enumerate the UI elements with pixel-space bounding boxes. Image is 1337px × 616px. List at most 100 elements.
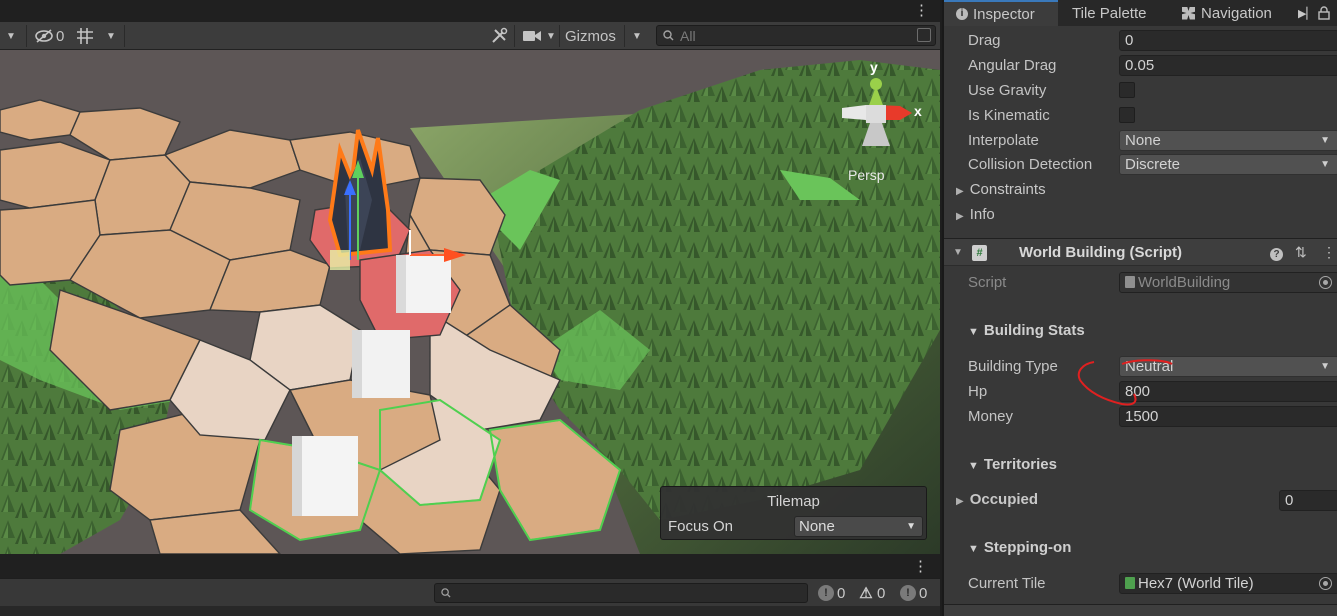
constraints-foldout[interactable]: ▶ Constraints bbox=[956, 181, 1046, 198]
object-picker-icon bbox=[1319, 276, 1332, 289]
gizmo-x-label: x bbox=[914, 103, 922, 119]
console-tab-bar: ⋮ bbox=[0, 554, 940, 578]
stepping-on-header[interactable]: ▼ Stepping-on bbox=[968, 539, 1071, 556]
component-menu-icon[interactable]: ⋮ bbox=[1322, 244, 1336, 261]
use-gravity-checkbox[interactable] bbox=[1119, 82, 1135, 98]
building-type-dropdown[interactable]: Neutral ▼ bbox=[1119, 356, 1337, 377]
hidden-objects-toggle[interactable]: 0 bbox=[34, 26, 64, 46]
info-foldout[interactable]: ▶ Info bbox=[956, 206, 995, 223]
script-icon: # bbox=[972, 245, 987, 261]
occupied-size-field[interactable]: 0 bbox=[1279, 490, 1337, 511]
interpolate-row: Interpolate None ▼ bbox=[944, 128, 1337, 153]
collision-detection-label: Collision Detection bbox=[968, 156, 1093, 173]
eye-slash-icon bbox=[35, 29, 53, 43]
inspector-tab-bar: i Inspector Tile Palette Navigation ▶▏ bbox=[944, 0, 1337, 26]
triangle-down-icon[interactable]: ▼ bbox=[953, 247, 963, 258]
grid-icon bbox=[77, 28, 93, 44]
drag-label: Drag bbox=[968, 32, 1001, 49]
camera-button[interactable]: ▼ bbox=[522, 26, 556, 46]
triangle-down-icon: ▼ bbox=[968, 460, 979, 472]
warning-count: 0 bbox=[877, 584, 886, 602]
current-tile-value: Hex7 (World Tile) bbox=[1138, 575, 1254, 592]
grid-dropdown-arrow-icon[interactable]: ▼ bbox=[106, 26, 116, 46]
tab-tile-palette[interactable]: Tile Palette bbox=[1072, 0, 1146, 26]
tab-navigation[interactable]: Navigation bbox=[1182, 0, 1272, 26]
script-field: WorldBuilding bbox=[1119, 272, 1337, 293]
help-icon[interactable]: ? bbox=[1270, 244, 1283, 261]
presets-icon[interactable]: ⇅ bbox=[1295, 244, 1307, 261]
more-options-icon[interactable]: ⋮ bbox=[914, 1, 929, 19]
collision-detection-dropdown[interactable]: Discrete ▼ bbox=[1119, 154, 1337, 175]
drag-row: Drag 0 bbox=[944, 28, 1337, 53]
interpolate-label: Interpolate bbox=[968, 132, 1039, 149]
is-kinematic-row: Is Kinematic bbox=[944, 103, 1337, 128]
current-tile-field[interactable]: Hex7 (World Tile) bbox=[1119, 573, 1337, 594]
drag-field[interactable]: 0 bbox=[1119, 30, 1337, 51]
tabs-scroll-right-icon[interactable]: ▶▏ bbox=[1298, 0, 1315, 26]
collision-detection-value: Discrete bbox=[1125, 156, 1181, 173]
building-stats-label: Building Stats bbox=[983, 322, 1085, 339]
search-placeholder: All bbox=[680, 27, 696, 44]
gizmos-dropdown-arrow-icon[interactable]: ▼ bbox=[632, 26, 642, 46]
console-error-toggle[interactable]: ! 0 bbox=[900, 583, 927, 603]
building-type-label: Building Type bbox=[968, 358, 1058, 375]
console-search-input[interactable] bbox=[434, 583, 808, 603]
console-warning-toggle[interactable]: ⚠ 0 bbox=[858, 583, 885, 603]
tools-icon bbox=[492, 27, 508, 43]
triangle-right-icon: ▶ bbox=[956, 186, 964, 197]
triangle-down-icon: ▼ bbox=[968, 543, 979, 555]
interpolate-dropdown[interactable]: None ▼ bbox=[1119, 130, 1337, 151]
tab-inspector[interactable]: i Inspector bbox=[944, 0, 1058, 26]
dropdown-arrow-icon[interactable]: ▼ bbox=[6, 26, 16, 46]
console-more-options-icon[interactable]: ⋮ bbox=[913, 557, 928, 575]
hidden-count: 0 bbox=[56, 27, 65, 45]
territories-label: Territories bbox=[983, 456, 1057, 473]
building-stats-header[interactable]: ▼ Building Stats bbox=[968, 322, 1085, 339]
scene-viewport[interactable]: y x Persp bbox=[0, 50, 940, 554]
building-type-value: Neutral bbox=[1125, 358, 1174, 375]
object-picker-icon[interactable] bbox=[1319, 577, 1332, 590]
occupied-size-row: 0 bbox=[944, 488, 1337, 513]
console-search-icon bbox=[441, 588, 451, 598]
search-icon bbox=[663, 30, 674, 41]
focus-on-value: None bbox=[799, 518, 835, 535]
console-panel: ⋮ ! 0 ⚠ 0 ! 0 bbox=[0, 554, 940, 616]
tools-button[interactable] bbox=[490, 26, 508, 46]
info-message-icon: ! bbox=[818, 585, 834, 601]
inspector-panel: i Inspector Tile Palette Navigation ▶▏ D… bbox=[942, 0, 1337, 616]
scene-search-input[interactable]: All bbox=[656, 25, 936, 46]
next-component-header[interactable] bbox=[944, 604, 1337, 616]
tab-tile-palette-label: Tile Palette bbox=[1072, 4, 1147, 22]
world-building-component-header[interactable]: ▼ # World Building (Script) ? ⇅ ⋮ bbox=[944, 238, 1337, 266]
info-icon: i bbox=[956, 8, 968, 20]
money-field[interactable]: 1500 bbox=[1119, 406, 1337, 427]
lock-icon[interactable] bbox=[1318, 0, 1330, 26]
persp-label: Persp bbox=[848, 167, 885, 183]
script-label: Script bbox=[968, 274, 1007, 291]
triangle-down-icon: ▼ bbox=[968, 326, 979, 338]
hp-row: Hp 800 bbox=[944, 379, 1337, 404]
interpolate-value: None bbox=[1125, 132, 1161, 149]
scene-view-panel[interactable]: ⋮ ▼ 0 ▼ ▼ Gizmos ▼ All y x Persp Tilemap… bbox=[0, 0, 940, 554]
triangle-right-icon: ▶ bbox=[956, 211, 964, 222]
search-options-icon[interactable] bbox=[917, 28, 931, 42]
chevron-down-icon: ▼ bbox=[1320, 361, 1330, 372]
use-gravity-label: Use Gravity bbox=[968, 82, 1047, 99]
grid-toggle[interactable] bbox=[76, 26, 94, 46]
angular-drag-label: Angular Drag bbox=[968, 57, 1057, 74]
info-count: 0 bbox=[837, 584, 846, 602]
current-tile-row: Current Tile Hex7 (World Tile) bbox=[944, 571, 1337, 596]
territories-header[interactable]: ▼ Territories bbox=[968, 456, 1057, 473]
console-info-toggle[interactable]: ! 0 bbox=[818, 583, 845, 603]
gizmos-button[interactable]: Gizmos bbox=[565, 26, 616, 46]
hp-label: Hp bbox=[968, 383, 988, 400]
focus-on-dropdown[interactable]: None ▼ bbox=[794, 516, 923, 537]
hp-field[interactable]: 800 bbox=[1119, 381, 1337, 402]
tile-object-icon bbox=[1125, 577, 1135, 589]
component-title: World Building (Script) bbox=[1019, 244, 1183, 261]
chevron-down-icon: ▼ bbox=[1320, 159, 1330, 170]
angular-drag-field[interactable]: 0.05 bbox=[1119, 55, 1337, 76]
is-kinematic-checkbox[interactable] bbox=[1119, 107, 1135, 123]
tilemap-overlay: Tilemap Focus On None ▼ bbox=[660, 486, 927, 540]
warning-icon: ⚠ bbox=[859, 585, 873, 602]
